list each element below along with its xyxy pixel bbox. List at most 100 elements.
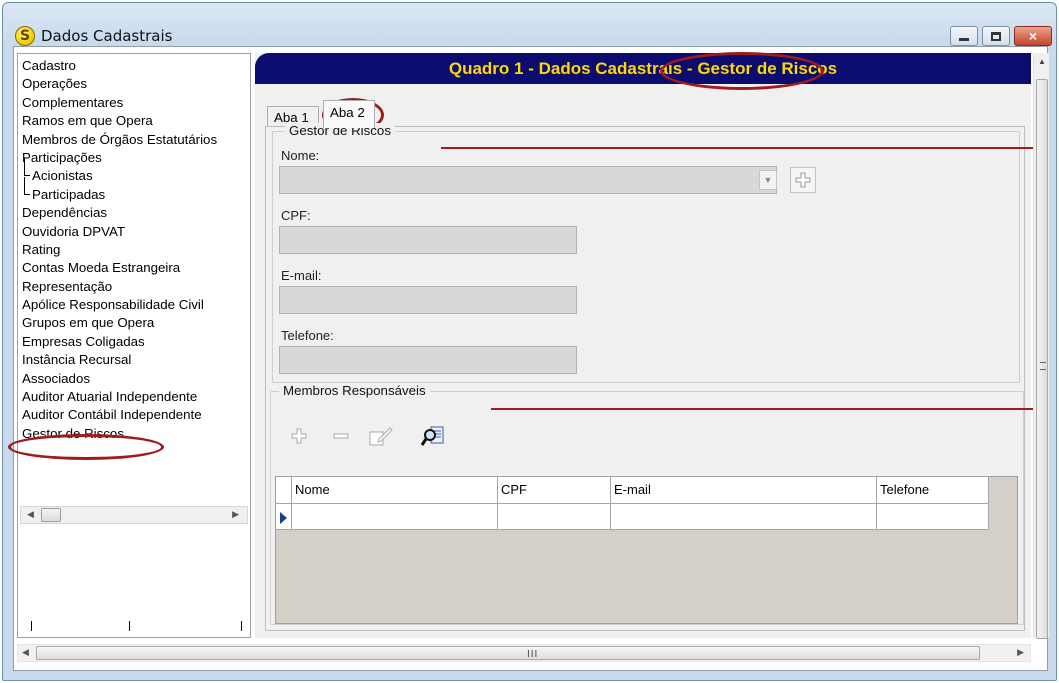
scroll-grip-icon: III (527, 649, 539, 660)
tree-item[interactable]: Ouvidoria DPVAT (22, 223, 252, 241)
column-header-email[interactable]: E-mail (611, 477, 877, 504)
tree-item-label: Cadastro (22, 58, 76, 73)
remove-member-button[interactable] (327, 422, 355, 450)
tree-item[interactable]: Complementares (22, 94, 252, 112)
tree-item-label: Associados (22, 370, 90, 386)
tab-content: Gestor de Riscos Nome: ▼ CPF: E-mail: Te… (265, 123, 1025, 631)
tree-item-label: Participações (22, 149, 102, 165)
chevron-down-icon[interactable]: ▼ (759, 170, 777, 190)
plus-icon (291, 428, 307, 444)
scroll-up-icon[interactable]: ▲ (1038, 57, 1046, 66)
current-row-indicator (276, 504, 292, 530)
nome-combobox[interactable] (279, 166, 777, 194)
telefone-field[interactable] (279, 346, 577, 374)
add-member-button[interactable] (285, 422, 313, 450)
tree-item[interactable]: Grupos em que Opera (22, 314, 252, 332)
horizontal-scroll-thumb[interactable]: III (36, 646, 980, 660)
annotation-line-gestor (441, 147, 1049, 149)
maximize-button[interactable] (982, 26, 1010, 46)
tree-item[interactable]: Dependências (22, 204, 252, 222)
cell-nome[interactable] (292, 504, 498, 530)
scroll-right-icon[interactable]: ▶ (1017, 647, 1024, 658)
nome-label: Nome: (281, 148, 320, 163)
tree-item[interactable]: Ramos em que Opera (22, 112, 252, 130)
tree-item[interactable]: Auditor Contábil Independente (22, 406, 252, 424)
tree-item-label: Contas Moeda Estrangeira (22, 260, 181, 276)
column-header-telefone[interactable]: Telefone (877, 477, 989, 504)
annotation-oval-tree (8, 434, 164, 460)
tree-item-label: Acionistas (32, 168, 93, 184)
membros-legend: Membros Responsáveis (279, 383, 430, 398)
tree-horizontal-scrollbar[interactable]: ◀ ▶ (20, 506, 248, 524)
add-gestor-button[interactable] (790, 167, 816, 193)
column-header-cpf[interactable]: CPF (498, 477, 611, 504)
cell-cpf[interactable] (498, 504, 611, 530)
tree-list: Cadastro Operações Complementares Ramos em … (22, 57, 252, 557)
tree-item[interactable]: Rating (22, 241, 252, 259)
tree-item[interactable]: Auditor Atuarial Independente (22, 388, 252, 406)
row-pointer-icon (280, 512, 287, 524)
tree-item[interactable]: Acionistas (22, 158, 252, 185)
search-member-button[interactable] (419, 422, 447, 450)
content-panel: Quadro 1 - Dados Cadastrais - Gestor de … (255, 52, 1031, 638)
tree-item[interactable]: Associados (22, 370, 252, 388)
cell-telefone[interactable] (877, 504, 989, 530)
tree-footer (21, 619, 247, 633)
footer-divider (31, 621, 32, 631)
tree-item[interactable]: Participadas (22, 176, 252, 204)
cpf-field[interactable] (279, 226, 577, 254)
section-header: Quadro 1 - Dados Cadastrais - Gestor de … (255, 53, 1031, 84)
column-header-nome[interactable]: Nome (292, 477, 498, 504)
email-label: E-mail: (281, 268, 322, 283)
vertical-scroll-thumb[interactable] (1036, 79, 1048, 639)
tree-item[interactable]: Cadastro (22, 57, 252, 75)
cell-email[interactable] (611, 504, 877, 530)
tree-branch-line (24, 176, 30, 195)
tree-item-label: Membros de Órgãos Estatutários (22, 131, 218, 147)
telefone-label: Telefone: (281, 328, 334, 343)
gestor-de-riscos-group: Gestor de Riscos Nome: ▼ CPF: E-mail: Te… (272, 123, 1020, 383)
scroll-left-icon[interactable]: ◀ (27, 509, 34, 520)
tree-item-label: Ramos em que Opera (22, 113, 153, 129)
tree-item-label: Dependências (22, 205, 108, 221)
tree-scroll-thumb[interactable] (41, 508, 61, 522)
tree-item-label: Auditor Atuarial Independente (22, 389, 198, 405)
minimize-button[interactable] (950, 26, 978, 46)
table-row[interactable] (276, 504, 989, 530)
edit-member-button[interactable] (367, 422, 395, 450)
tree-item[interactable]: Empresas Coligadas (22, 333, 252, 351)
horizontal-scrollbar[interactable]: ◀ III ▶ (17, 644, 1031, 662)
members-grid: Nome CPF E-mail Telefone (275, 476, 1018, 624)
tree-item-label: Rating (22, 241, 61, 257)
tree-item-label: Grupos em que Opera (22, 315, 155, 331)
tree-item-label: Instância Recursal (22, 352, 132, 368)
minimize-icon (959, 37, 969, 41)
tree-item[interactable]: Contas Moeda Estrangeira (22, 259, 252, 277)
tree-item[interactable]: Apólice Responsabilidade Civil (22, 296, 252, 314)
tree-item-label: Auditor Contábil Independente (22, 407, 202, 423)
vertical-scrollbar[interactable]: ▲ (1033, 53, 1049, 639)
tree-item-label: Complementares (22, 94, 124, 110)
navigation-tree: Cadastro Operações Complementares Ramos em … (17, 53, 251, 638)
minus-icon (333, 433, 349, 439)
close-button[interactable]: × (1014, 26, 1052, 46)
plus-icon (795, 172, 811, 188)
email-field[interactable] (279, 286, 577, 314)
tree-item[interactable]: Representação (22, 278, 252, 296)
tree-item-label: Empresas Coligadas (22, 333, 145, 349)
tree-item[interactable]: Participações (22, 149, 252, 167)
app-logo-icon: S (15, 26, 35, 46)
window-title: Dados Cadastrais (41, 27, 173, 45)
tree-item[interactable]: Membros de Órgãos Estatutários (22, 131, 252, 149)
tab-aba-2[interactable]: Aba 2 (323, 100, 375, 128)
tree-item[interactable]: Instância Recursal (22, 351, 252, 369)
tree-item[interactable]: Operações (22, 75, 252, 93)
title-bar[interactable]: S Dados Cadastrais × (3, 3, 1056, 47)
scroll-grip-icon (1040, 362, 1046, 370)
annotation-line-membros (491, 408, 1049, 410)
scroll-left-icon[interactable]: ◀ (22, 647, 29, 658)
scroll-right-icon[interactable]: ▶ (232, 509, 239, 520)
annotation-oval-header (660, 52, 824, 90)
close-icon: × (1028, 28, 1038, 44)
cpf-label: CPF: (281, 208, 311, 223)
